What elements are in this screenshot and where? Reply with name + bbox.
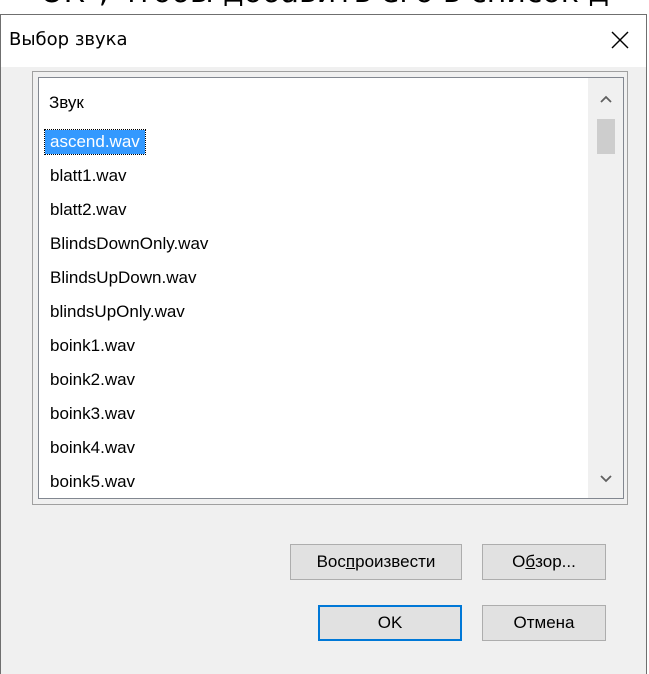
list-item[interactable]: blindsUpOnly.wav <box>45 295 585 329</box>
ok-label: OK <box>377 613 403 632</box>
list-item-label: ascend.wav <box>44 129 146 155</box>
browse-label-mnemonic: б <box>525 552 536 571</box>
list-item[interactable]: boink5.wav <box>45 465 585 498</box>
browse-button[interactable]: Об зор... <box>482 544 606 580</box>
list-item[interactable]: boink3.wav <box>45 397 585 431</box>
list-item[interactable]: boink1.wav <box>45 329 585 363</box>
ok-button[interactable]: OK <box>318 605 462 641</box>
title-bar[interactable]: Выбор звука <box>1 15 646 67</box>
list-item-label: blatt1.wav <box>50 166 127 185</box>
chevron-up-icon <box>600 95 612 103</box>
list-item-label: blatt2.wav <box>50 200 127 219</box>
list-item-label: boink5.wav <box>50 472 136 491</box>
vertical-scrollbar[interactable] <box>588 78 623 498</box>
browse-label-part1: О <box>512 552 526 571</box>
close-button[interactable] <box>600 21 640 59</box>
list-item-label: BlindsUpDown.wav <box>50 268 197 287</box>
list-header: Звук <box>49 93 84 112</box>
background-window-text: ОК", чтобы добавить его в список д <box>40 0 609 8</box>
page: ОК", чтобы добавить его в список д Выбор… <box>0 0 649 674</box>
scroll-up-button[interactable] <box>589 82 623 116</box>
list-item[interactable]: BlindsDownOnly.wav <box>45 227 585 261</box>
play-button[interactable]: Вос п роизвести <box>290 544 462 580</box>
list-item[interactable]: blatt1.wav <box>45 159 585 193</box>
play-label-part1: Вос <box>316 552 346 571</box>
sound-list: ascend.wav blatt1.wav blatt2.wav BlindsDown… <box>44 125 585 498</box>
list-item-label: boink2.wav <box>50 370 136 389</box>
list-item-label: boink1.wav <box>50 336 136 355</box>
chevron-down-icon <box>600 475 612 483</box>
cancel-label: Отмена <box>513 613 575 632</box>
browse-label-part2: зор... <box>535 552 576 571</box>
play-label-mnemonic: п <box>345 552 356 571</box>
list-item-label: boink3.wav <box>50 404 136 423</box>
sound-listbox[interactable]: Звук ascend.wav blatt1.wav blatt2.wav Blind… <box>38 77 624 499</box>
dialog-title: Выбор звука <box>9 29 128 50</box>
cancel-button[interactable]: Отмена <box>482 605 606 641</box>
scroll-thumb[interactable] <box>597 119 615 154</box>
list-item-label: boink4.wav <box>50 438 136 457</box>
play-label-part2: роизвести <box>355 552 436 571</box>
close-icon <box>611 31 629 49</box>
list-item[interactable]: boink4.wav <box>45 431 585 465</box>
list-item[interactable]: BlindsUpDown.wav <box>45 261 585 295</box>
list-item-label: BlindsDownOnly.wav <box>50 234 209 253</box>
list-item[interactable]: ascend.wav <box>44 125 585 159</box>
list-item[interactable]: boink2.wav <box>45 363 585 397</box>
scroll-down-button[interactable] <box>589 462 623 496</box>
list-item[interactable]: blatt2.wav <box>45 193 585 227</box>
list-item-label: blindsUpOnly.wav <box>50 302 185 321</box>
